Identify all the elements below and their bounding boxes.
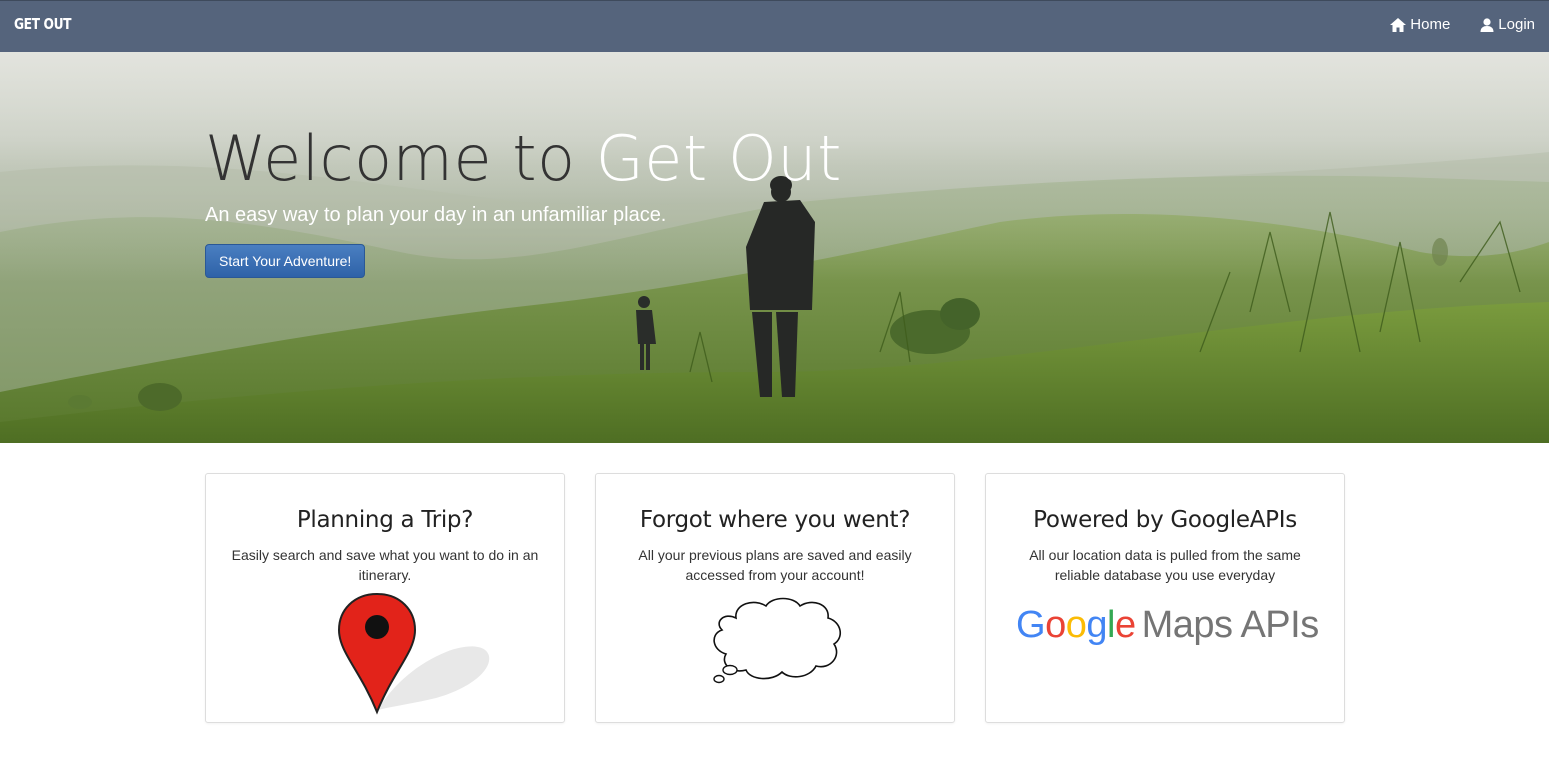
top-navbar: GET OUT Home Login (0, 0, 1549, 52)
card-text: All your previous plans are saved and ea… (638, 547, 912, 583)
nav-login-link[interactable]: Login (1480, 16, 1535, 33)
google-maps-apis-logo: Google Maps APIs (1016, 604, 1320, 647)
map-pin-icon (337, 592, 490, 715)
nav-links: Home Login (1390, 16, 1535, 33)
hero-subtitle: An easy way to plan your day in an unfam… (205, 204, 667, 226)
card-title: Powered by GoogleAPIs (1033, 507, 1297, 533)
thought-bubble-icon (713, 597, 841, 684)
nav-login-label: Login (1498, 16, 1535, 33)
card-title: Planning a Trip? (296, 507, 474, 533)
google-letter: o (1065, 604, 1087, 646)
nav-home-label: Home (1410, 16, 1451, 33)
nav-home-link[interactable]: Home (1390, 16, 1450, 33)
start-adventure-button[interactable]: Start Your Adventure! (205, 244, 366, 278)
hero-title-accent: Get Out (595, 122, 842, 195)
google-wordmark: Google (1016, 604, 1136, 646)
feature-card-history: Forgot where you went? All your previous… (595, 473, 955, 723)
maps-apis-text: Maps APIs (1141, 604, 1320, 646)
home-icon (1390, 17, 1407, 32)
brand-logo[interactable]: GET OUT (14, 15, 72, 33)
feature-card-google: Powered by GoogleAPIs All our location d… (985, 473, 1345, 723)
card-text: All our location data is pulled from the… (1029, 547, 1301, 583)
hero-title: Welcome to Get Out (205, 122, 842, 195)
google-letter: g (1086, 604, 1107, 646)
hero-title-lead: Welcome to (205, 122, 596, 195)
google-letter: l (1106, 604, 1115, 646)
card-text: Easily search and save what you want to … (231, 547, 539, 583)
hero-banner: Welcome to Get Out An easy way to plan y… (0, 52, 1549, 443)
google-letter: o (1045, 604, 1066, 646)
google-letter: e (1114, 604, 1136, 646)
google-letter: G (1016, 604, 1046, 646)
user-icon (1480, 17, 1494, 32)
card-title: Forgot where you went? (639, 507, 911, 533)
feature-card-planning: Planning a Trip? Easily search and save … (205, 473, 565, 723)
